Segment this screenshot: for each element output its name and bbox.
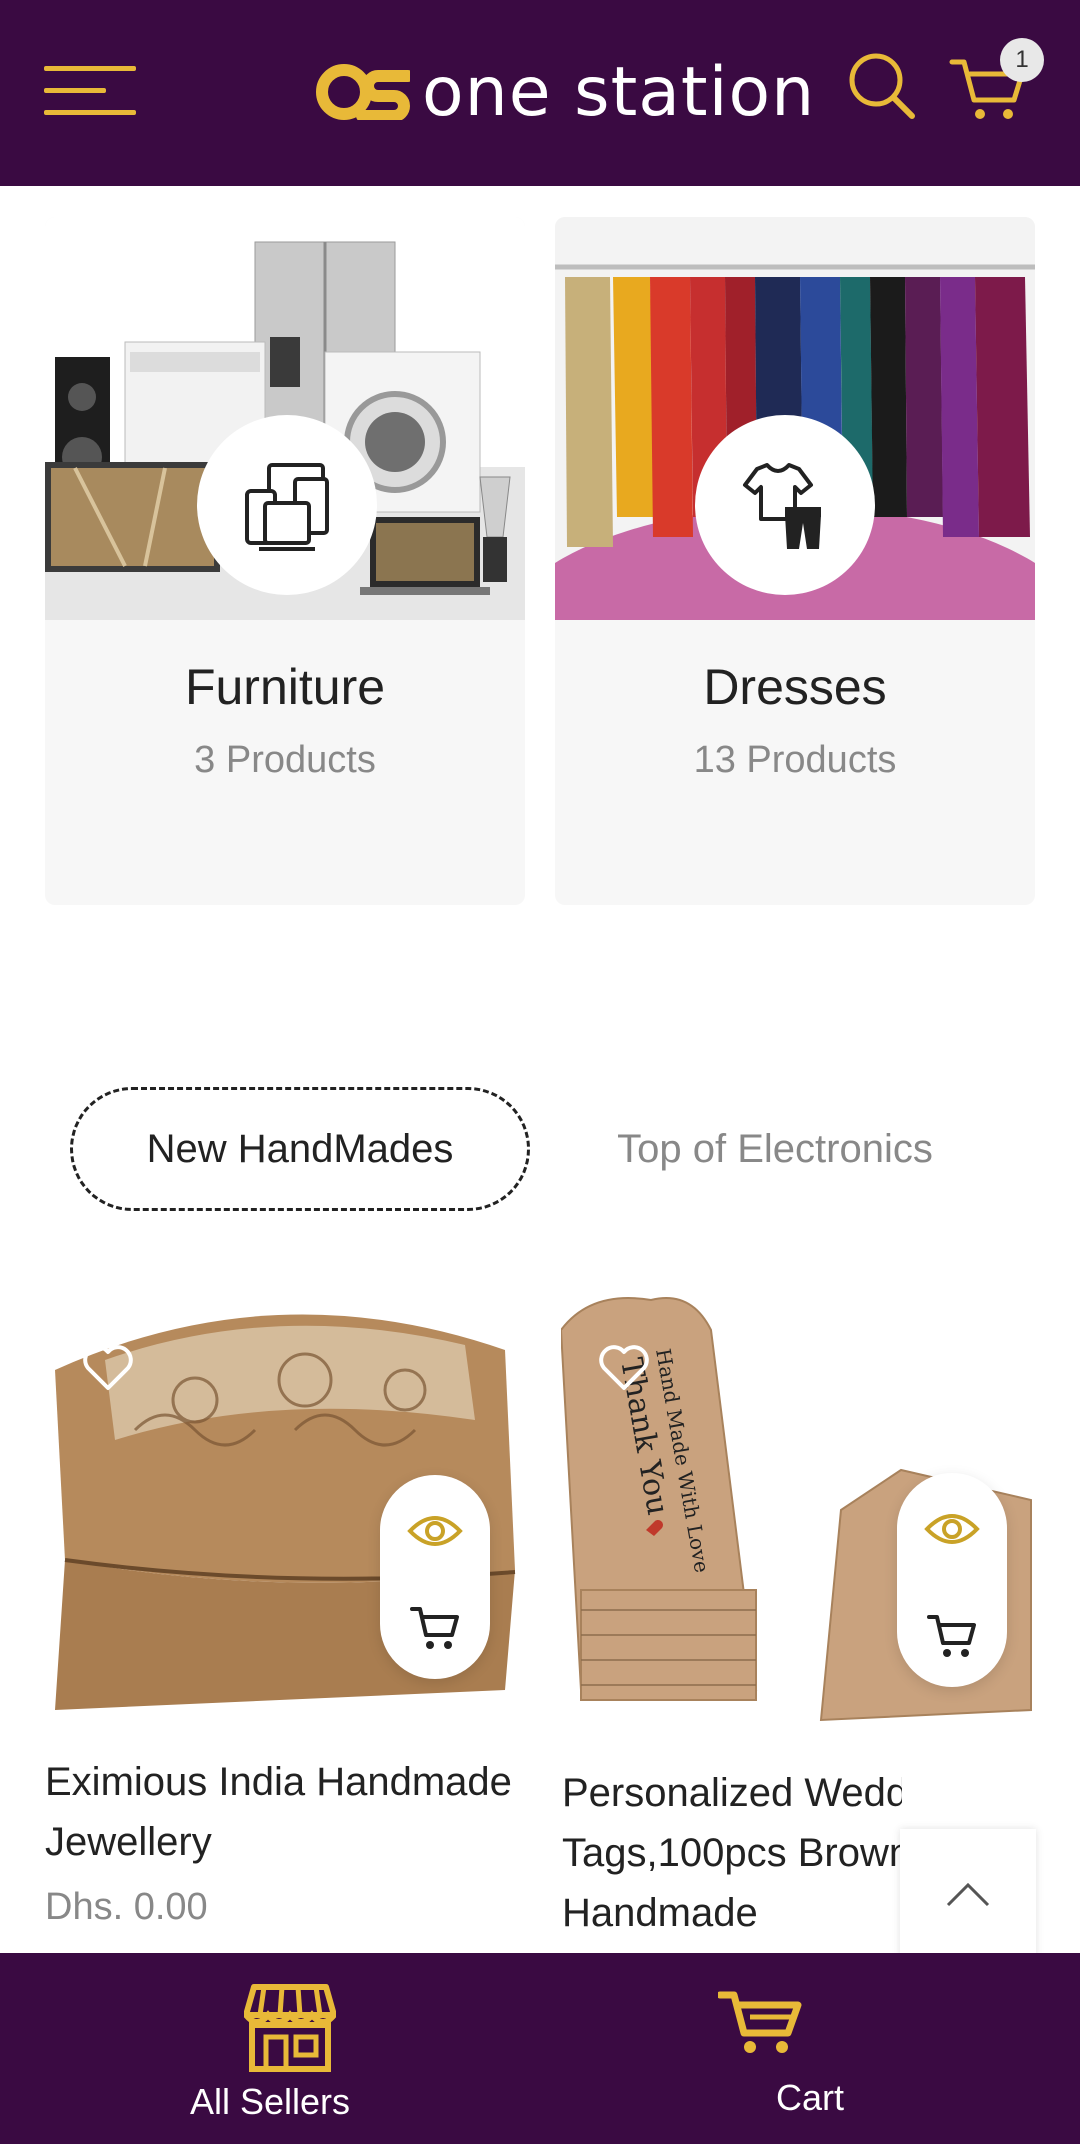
category-title: Furniture [184,659,386,715]
store-icon [244,1984,336,2072]
bottom-navigation: All Sellers Cart [0,1953,1080,2144]
category-card-furniture[interactable]: Furniture 3 Products [45,217,525,905]
clothing-icon [743,463,821,549]
product-name[interactable]: Personalized Wedding Tags,100pcs Brown H… [562,1763,902,1943]
product-name[interactable]: Eximious India Handmade Jewellery [45,1752,535,1872]
product-name-line: Jewellery [45,1820,212,1864]
menu-button[interactable] [44,66,136,118]
category-product-count: 3 Products [194,739,376,781]
cart-count-badge: 1 [1000,38,1044,82]
add-to-cart-icon[interactable] [410,1603,460,1651]
search-button[interactable] [846,50,916,120]
nav-label: All Sellers [189,2081,351,2122]
nav-all-sellers[interactable]: All Sellers [0,1953,540,2144]
hamburger-icon-line [44,110,136,115]
nav-cart[interactable]: Cart [540,1953,1080,2144]
brand-logo[interactable]: one station [316,52,815,132]
nav-label: Cart [775,2077,844,2118]
product-price: Dhs. 0.00 [45,1886,208,1928]
tab-top-of-electronics[interactable]: Top of Electronics [600,1087,950,1211]
category-icon-badge [197,415,377,595]
cart-icon [718,1991,802,2053]
product-name-line: Handmade [562,1891,758,1935]
search-icon [849,53,915,119]
tab-new-handmades[interactable]: New HandMades [70,1087,530,1211]
product-actions [380,1475,490,1679]
product-name-line: Tags,100pcs Brown [562,1831,902,1875]
wishlist-heart-icon[interactable] [598,1344,650,1392]
product-name-line: Personalized Wedding [562,1771,902,1815]
wishlist-heart-icon[interactable] [82,1344,134,1392]
category-icon-badge [695,415,875,595]
scroll-to-top-button[interactable] [900,1829,1036,1959]
devices-icon [245,463,329,551]
product-actions [897,1473,1007,1687]
app-header: one station 1 [0,0,1080,186]
logo-mark-icon [316,64,410,120]
chevron-up-icon [946,1882,990,1907]
add-to-cart-icon[interactable] [927,1611,977,1659]
hamburger-icon-line [44,88,106,93]
quick-view-icon[interactable] [924,1509,980,1549]
product-name-line: Eximious India Handmade [45,1760,512,1804]
category-title: Dresses [703,659,887,715]
brand-name: one station [422,52,816,132]
quick-view-icon[interactable] [407,1511,463,1551]
category-card-dresses[interactable]: Dresses 13 Products [555,217,1035,905]
category-product-count: 13 Products [693,739,897,781]
hamburger-icon [44,66,136,71]
